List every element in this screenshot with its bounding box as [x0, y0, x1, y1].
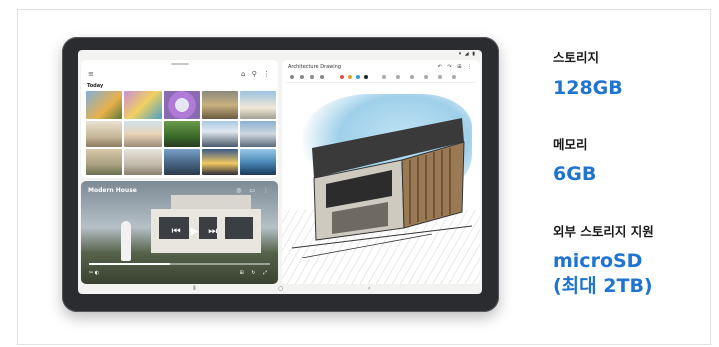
external-storage-value-line1: microSD [553, 250, 643, 272]
video-progress-bar[interactable] [89, 263, 270, 265]
status-bar: ▾ ◢ ▮ [78, 50, 482, 58]
video-progress-fill [89, 263, 171, 265]
photo-thumb [86, 121, 122, 147]
storage-value: 128GB [553, 77, 623, 99]
pane-handle [170, 63, 189, 65]
storage-label: 스토리지 [553, 50, 600, 65]
architecture-sketch [292, 118, 472, 258]
menu-icon: ≡ [88, 70, 94, 78]
photo-thumb [86, 149, 122, 175]
drawing-toolbar[interactable] [286, 73, 476, 83]
photo-thumb [240, 91, 276, 119]
drawing-pane: Architecture Drawing ↶ ↷ ⊞ ⋮ [282, 60, 480, 284]
photo-thumb [240, 121, 276, 147]
home-icon[interactable]: ○ [278, 285, 283, 292]
video-header-icons[interactable]: ◎ ▭ ⋮ [236, 187, 272, 194]
gallery-section-label: Today [87, 83, 104, 89]
memory-value: 6GB [553, 163, 597, 185]
gallery-pane: ≡ ⌂ ⚲ ⋮ Today [81, 60, 278, 178]
photo-thumb [86, 91, 122, 119]
video-title: Modern House [88, 187, 137, 194]
play-controls[interactable]: ⏮▶⏭ [172, 226, 228, 237]
photo-thumb [124, 121, 162, 147]
status-icons: ▾ ◢ ▮ [458, 51, 476, 57]
photo-thumb [202, 149, 238, 175]
external-storage-label: 외부 스토리지 지원 [553, 224, 654, 239]
memory-label: 메모리 [553, 137, 588, 152]
photo-grid [86, 91, 276, 177]
video-tools-right[interactable]: ⊞ ↻ ⤢ [239, 270, 270, 276]
tablet-screen: ▾ ◢ ▮ ≡ ⌂ ⚲ ⋮ Today Modern House ◎ ▭ ⋮ ⏮… [78, 50, 482, 294]
person-figure [121, 221, 131, 261]
video-tools-left[interactable]: ✂ ◐ [89, 270, 99, 276]
photo-thumb [164, 91, 200, 119]
photo-thumb [124, 149, 162, 175]
photo-thumb [124, 91, 162, 119]
back-icon[interactable]: ‹ [368, 285, 370, 292]
video-pane: Modern House ◎ ▭ ⋮ ⏮▶⏭ ✂ ◐ ⊞ ↻ ⤢ [81, 181, 278, 284]
photo-thumb [202, 91, 238, 119]
gallery-header-icons: ⌂ ⚲ ⋮ [240, 70, 272, 78]
system-nav-bar: ⦀ ○ ‹ [78, 284, 482, 294]
video-bottom-controls: ✂ ◐ ⊞ ↻ ⤢ [89, 270, 270, 276]
recents-icon[interactable]: ⦀ [193, 285, 196, 293]
drawing-header-icons[interactable]: ↶ ↷ ⊞ ⋮ [438, 64, 474, 70]
photo-thumb [164, 149, 200, 175]
drawing-title: Architecture Drawing [288, 64, 341, 70]
external-storage-value-line2: (최대 2TB) [553, 275, 653, 297]
photo-thumb [164, 121, 200, 147]
photo-thumb [240, 149, 276, 175]
photo-thumb [202, 121, 238, 147]
